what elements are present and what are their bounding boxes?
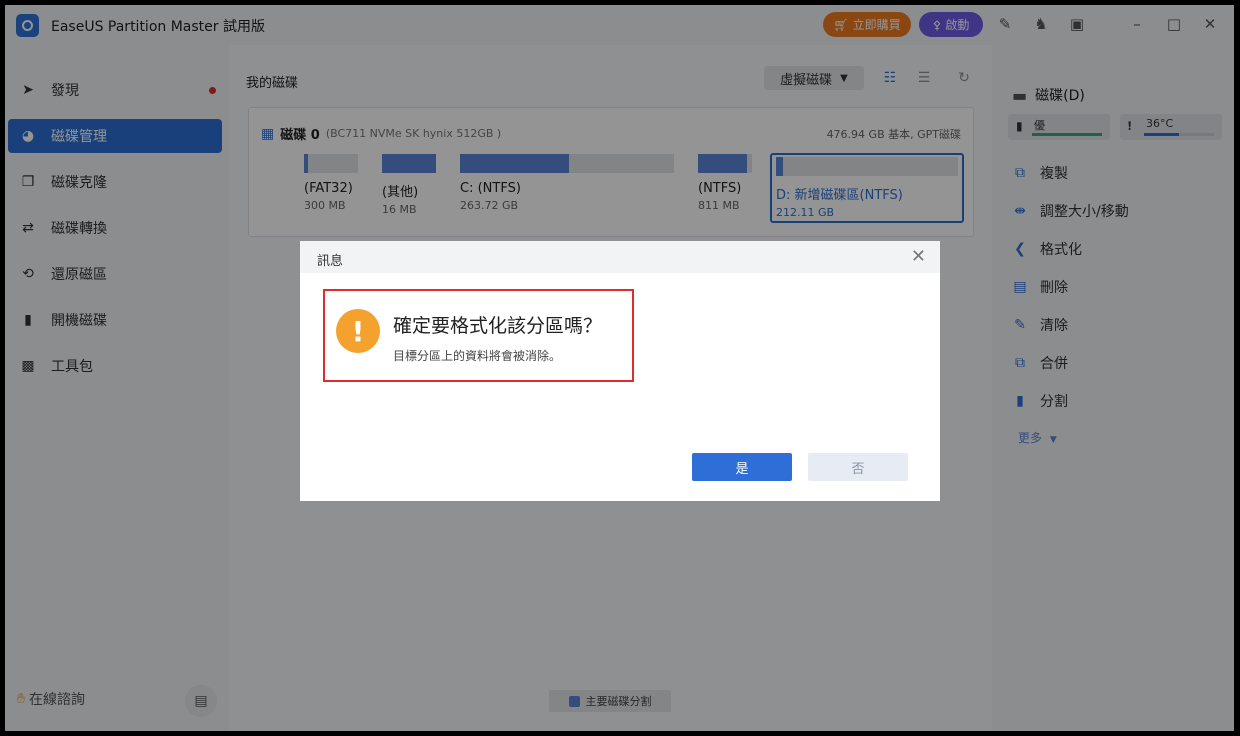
dialog-title: 訊息	[317, 254, 344, 269]
yes-button[interactable]: 是	[692, 453, 792, 481]
dialog-question: 確定要格式化該分區嗎？	[393, 315, 603, 337]
dialog-detail: 目標分區上的資料將會被消除。	[393, 349, 562, 363]
dialog-message-highlight: ! 確定要格式化該分區嗎？ 目標分區上的資料將會被消除。	[323, 289, 634, 382]
warning-icon: !	[336, 309, 380, 353]
no-button[interactable]: 否	[808, 453, 908, 481]
dialog-header: 訊息 ✕	[300, 241, 940, 273]
confirm-dialog: 訊息 ✕ ! 確定要格式化該分區嗎？ 目標分區上的資料將會被消除。 是 否	[300, 241, 940, 501]
close-icon[interactable]: ✕	[911, 247, 926, 267]
